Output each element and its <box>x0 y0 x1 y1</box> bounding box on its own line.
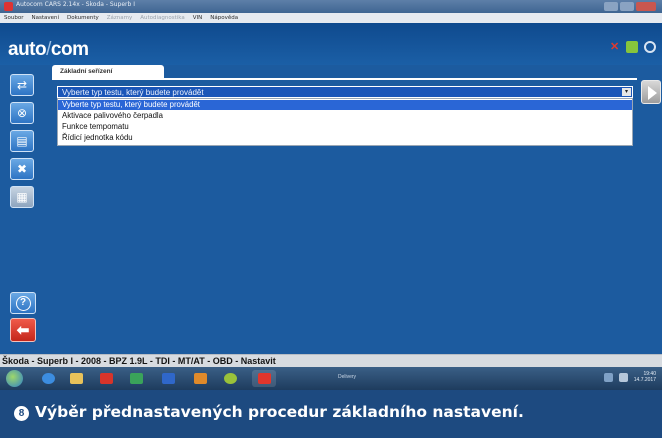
help-button[interactable]: ? <box>10 292 36 314</box>
data-grid-icon: ▦ <box>16 190 28 204</box>
panel-divider <box>52 78 637 80</box>
next-arrow-icon <box>648 86 657 100</box>
document-icon: ▤ <box>16 134 28 148</box>
option-cruise-control-function[interactable]: Funkce tempomatu <box>58 122 632 132</box>
taskbar-pdf-icon[interactable] <box>94 370 118 387</box>
app-header: auto/com ✕ <box>0 23 662 65</box>
connection-status-icon[interactable] <box>626 41 638 53</box>
taskbar-presentation-icon[interactable] <box>188 370 212 387</box>
close-window-button[interactable] <box>636 2 656 11</box>
taskbar-folder-icon[interactable] <box>64 370 88 387</box>
tab-basic-adjustment-label: Základní seřízení <box>60 68 113 75</box>
minimize-button[interactable] <box>604 2 618 11</box>
document-button[interactable]: ▤ <box>10 130 34 152</box>
test-type-select-value: Vyberte typ testu, který budete provádět <box>62 88 204 97</box>
vehicle-status-bar: Škoda - Superb I - 2008 - BPZ 1.9L - TDI… <box>0 354 662 367</box>
window-controls <box>604 2 656 11</box>
vehicle-select-button[interactable]: ⇄ <box>10 74 34 96</box>
taskbar-autocom-icon[interactable] <box>252 370 276 387</box>
menu-napoveda[interactable]: Nápověda <box>210 15 238 21</box>
tab-basic-adjustment[interactable]: Základní seřízení <box>52 65 164 79</box>
disconnect-icon[interactable]: ✕ <box>610 42 620 53</box>
next-button[interactable] <box>641 80 661 104</box>
menu-vin[interactable]: VIN <box>193 15 203 21</box>
test-type-options-list: Vyberte typ testu, který budete provádět… <box>57 98 633 146</box>
back-button[interactable]: ⬅ <box>10 318 36 342</box>
menu-dokumenty[interactable]: Dokumenty <box>67 15 99 21</box>
windows-taskbar: Delivery 19:40 14.7.2017 <box>0 367 662 390</box>
data-grid-button[interactable]: ▦ <box>10 186 34 208</box>
autocom-logo: auto/com <box>8 39 89 61</box>
diagnostics-icon: ⊗ <box>16 106 28 120</box>
maximize-button[interactable] <box>620 2 634 11</box>
vehicle-info-text: Škoda - Superb I - 2008 - BPZ 1.9L - TDI… <box>2 356 276 366</box>
taskbar-spreadsheet-icon[interactable] <box>124 370 148 387</box>
menu-autodiagnostika: Autodiagnostika <box>140 15 185 21</box>
diagnostics-button[interactable]: ⊗ <box>10 102 34 124</box>
option-select-test-type[interactable]: Vyberte typ testu, který budete provádět <box>58 100 632 110</box>
system-tray: 19:40 14.7.2017 <box>603 371 656 383</box>
option-code-control-unit[interactable]: Řídicí jednotka kódu <box>58 133 632 143</box>
figure-caption: 8 Výběr přednastavených procedur základn… <box>0 390 662 438</box>
caption-text: Výběr přednastavených procedur základníh… <box>35 403 524 421</box>
volume-icon[interactable] <box>618 372 628 382</box>
system-clock[interactable]: 19:40 14.7.2017 <box>634 371 656 383</box>
menu-zaznamy: Záznamy <box>106 15 133 21</box>
caption-number: 8 <box>14 406 29 421</box>
logo-part-com: com <box>50 39 89 60</box>
menu-bar: Soubor Nastavení Dokumenty Záznamy Autod… <box>0 13 662 23</box>
taskbar-media-icon[interactable] <box>218 370 242 387</box>
header-icons: ✕ <box>610 41 656 53</box>
clock-date: 14.7.2017 <box>633 377 656 383</box>
close-x-button[interactable]: ✖ <box>10 158 34 180</box>
close-x-icon: ✖ <box>16 162 28 176</box>
taskbar-browser-icon[interactable] <box>36 370 60 387</box>
back-arrow-icon: ⬅ <box>16 321 30 339</box>
vehicle-select-icon: ⇄ <box>16 78 28 92</box>
help-icon: ? <box>15 295 31 311</box>
chevron-down-icon[interactable]: ▾ <box>622 88 631 96</box>
network-icon[interactable] <box>603 372 613 382</box>
option-fuel-pump-activation[interactable]: Aktivace palivového čerpadla <box>58 111 632 121</box>
test-type-select[interactable]: Vyberte typ testu, který budete provádět… <box>57 86 633 98</box>
window-title-bar: Autocom CARS 2.14x - Skoda - Superb I <box>0 0 662 13</box>
logo-part-auto: auto <box>8 39 47 60</box>
diagnostic-screen: Autocom CARS 2.14x - Skoda - Superb I So… <box>0 0 662 390</box>
taskbar-label: Delivery <box>338 374 357 380</box>
menu-soubor[interactable]: Soubor <box>4 15 23 21</box>
settings-gear-icon[interactable] <box>644 41 656 53</box>
start-menu-icon[interactable] <box>6 370 23 387</box>
menu-nastaveni[interactable]: Nastavení <box>31 15 59 21</box>
window-title: Autocom CARS 2.14x - Skoda - Superb I <box>16 1 135 8</box>
app-icon <box>4 2 13 11</box>
taskbar-word-icon[interactable] <box>156 370 180 387</box>
